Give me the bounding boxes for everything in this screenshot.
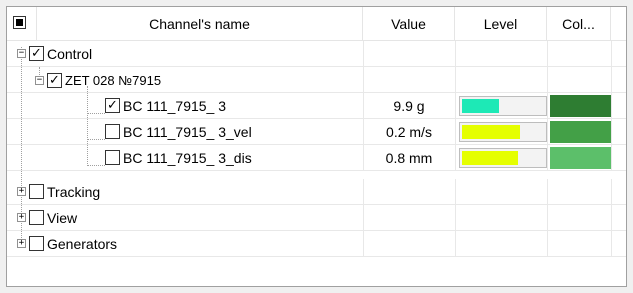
channel-label: BC 111_7915_ 3_vel xyxy=(123,124,252,140)
level-fill xyxy=(462,99,499,113)
header-value[interactable]: Value xyxy=(363,7,455,40)
tracking-checkbox[interactable] xyxy=(29,184,44,199)
channel-label: BC 111_7915_ 3 xyxy=(123,98,227,114)
expand-icon[interactable]: + xyxy=(17,239,26,248)
channel-value: 9.9 g xyxy=(393,98,425,114)
collapse-icon[interactable]: − xyxy=(17,49,26,58)
view-label: View xyxy=(47,210,78,226)
header-channel-name-label: Channel's name xyxy=(149,15,250,32)
header-level[interactable]: Level xyxy=(455,7,547,40)
channel-value: 0.8 mm xyxy=(385,150,433,166)
channel-checkbox[interactable]: ✓ xyxy=(105,98,120,113)
channel-tree-table: Channel's name Value Level Col... − ✓ Co… xyxy=(6,6,627,287)
header-channel-name[interactable]: Channel's name xyxy=(37,7,363,40)
channel-checkbox[interactable] xyxy=(105,150,120,165)
control-label: Control xyxy=(47,46,93,62)
tree-row-view[interactable]: + View xyxy=(7,205,626,231)
channel-color-swatch[interactable] xyxy=(550,121,611,143)
tracking-label: Tracking xyxy=(47,184,101,200)
header-value-label: Value xyxy=(391,15,426,32)
channel-checkbox[interactable] xyxy=(105,124,120,139)
header-color[interactable]: Col... xyxy=(547,7,611,40)
channel-row[interactable]: ✓ BC 111_7915_ 3 9.9 g xyxy=(7,93,626,119)
column-header-row: Channel's name Value Level Col... xyxy=(7,7,626,41)
tree-row-tracking[interactable]: + Tracking xyxy=(7,179,626,205)
header-color-label: Col... xyxy=(562,15,595,32)
level-fill xyxy=(462,151,518,165)
channel-label: BC 111_7915_ 3_dis xyxy=(123,150,252,166)
level-fill xyxy=(462,125,520,139)
tree-row-device[interactable]: − ✓ ZET 028 №7915 xyxy=(7,67,626,93)
level-bar xyxy=(459,122,547,142)
view-checkbox[interactable] xyxy=(29,210,44,225)
expand-icon[interactable]: + xyxy=(17,187,26,196)
channel-row[interactable]: BC 111_7915_ 3_dis 0.8 mm xyxy=(7,145,626,171)
channel-color-swatch[interactable] xyxy=(550,95,611,117)
channel-value: 0.2 m/s xyxy=(386,124,432,140)
generators-checkbox[interactable] xyxy=(29,236,44,251)
header-level-label: Level xyxy=(483,15,518,32)
expand-icon[interactable]: + xyxy=(17,213,26,222)
tree-row-control[interactable]: − ✓ Control xyxy=(7,41,626,67)
device-label: ZET 028 №7915 xyxy=(65,73,162,88)
channel-color-swatch[interactable] xyxy=(550,147,611,169)
level-bar xyxy=(459,96,547,116)
level-bar xyxy=(459,148,547,168)
generators-label: Generators xyxy=(47,236,118,252)
select-all-checkbox[interactable] xyxy=(13,16,26,29)
select-all-header[interactable] xyxy=(7,7,37,40)
tree-row-generators[interactable]: + Generators xyxy=(7,231,626,257)
device-checkbox[interactable]: ✓ xyxy=(47,73,62,88)
control-checkbox[interactable]: ✓ xyxy=(29,46,44,61)
channel-row[interactable]: BC 111_7915_ 3_vel 0.2 m/s xyxy=(7,119,626,145)
collapse-icon[interactable]: − xyxy=(35,76,44,85)
